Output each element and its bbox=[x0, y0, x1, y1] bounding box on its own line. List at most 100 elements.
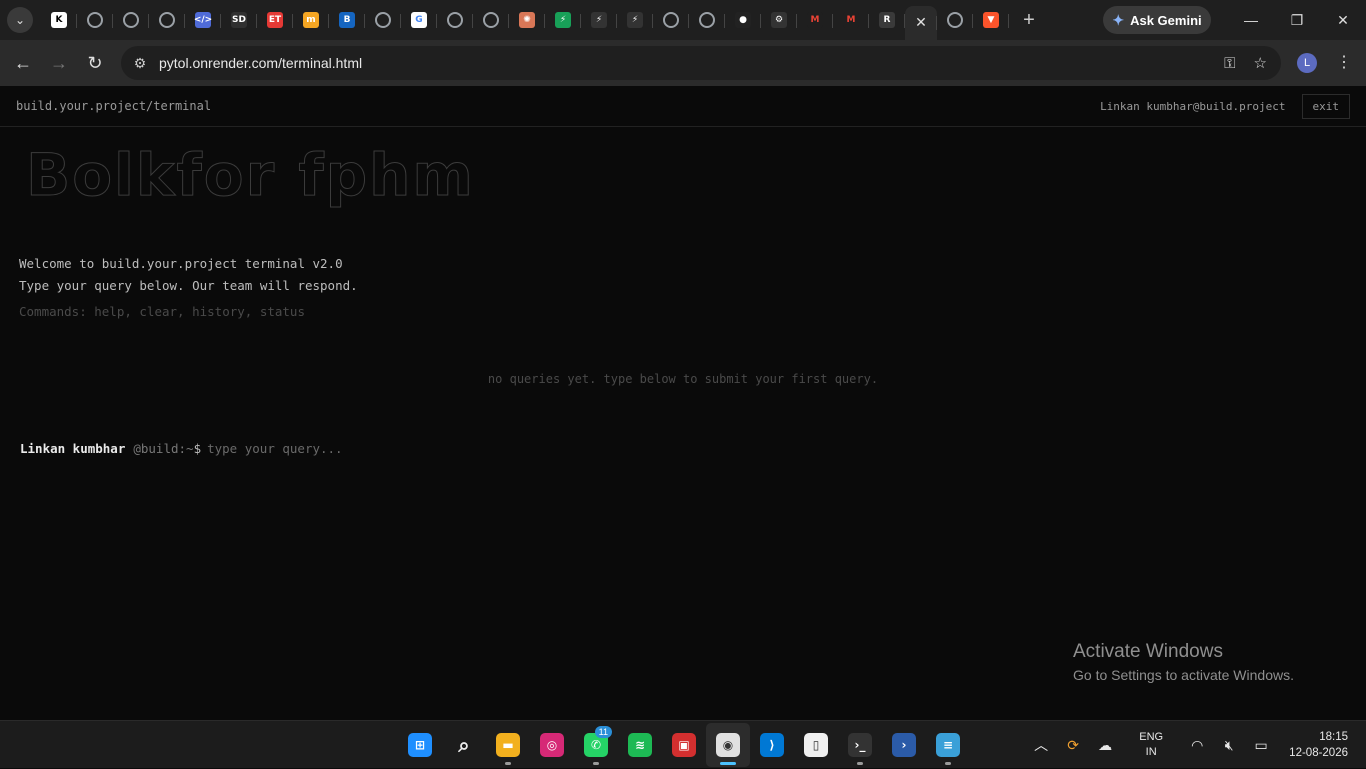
taskbar-instagram[interactable]: ◎ bbox=[530, 723, 574, 767]
welcome-line-2: Type your query below. Our team will res… bbox=[19, 278, 358, 293]
vscode-icon: ⟩ bbox=[760, 733, 784, 757]
taskbar-search-button[interactable]: ⌕ bbox=[442, 723, 486, 767]
battery-icon[interactable]: ▭ bbox=[1245, 737, 1277, 754]
browser-tab[interactable]: ⚡ bbox=[545, 4, 581, 36]
speaker-muted-icon[interactable]: 🔇︎ bbox=[1213, 737, 1245, 754]
forward-button[interactable]: → bbox=[41, 45, 77, 81]
browser-tab[interactable] bbox=[365, 4, 401, 36]
k-icon: K bbox=[51, 12, 67, 28]
key-icon[interactable]: ⚿ bbox=[1224, 55, 1235, 72]
new-tab-button[interactable]: + bbox=[1015, 6, 1043, 34]
search-button-icon: ⌕ bbox=[458, 733, 470, 757]
address-bar[interactable]: ⚙ pytol.onrender.com/terminal.html ⚿ ☆ bbox=[121, 46, 1281, 80]
running-indicator bbox=[945, 762, 951, 765]
clock-date: 12-08-2026 bbox=[1289, 747, 1348, 759]
browser-tab[interactable]: G bbox=[401, 4, 437, 36]
watermark-subtitle: Go to Settings to activate Windows. bbox=[1073, 667, 1294, 683]
browser-tab[interactable]: ✺ bbox=[509, 4, 545, 36]
browser-tab[interactable]: ⚙ bbox=[761, 4, 797, 36]
close-window-button[interactable]: ✕ bbox=[1320, 0, 1366, 40]
query-input[interactable] bbox=[207, 441, 608, 456]
lang-line-2: IN bbox=[1145, 746, 1157, 758]
browser-tab[interactable] bbox=[437, 4, 473, 36]
sd-icon: SD bbox=[231, 12, 247, 28]
bc-icon: B bbox=[339, 12, 355, 28]
taskbar-notes[interactable]: ≡ bbox=[926, 723, 970, 767]
globe-icon bbox=[447, 12, 463, 28]
lang-line-1: ENG bbox=[1139, 731, 1164, 743]
browser-tab[interactable]: ET bbox=[257, 4, 293, 36]
taskbar-app-red[interactable]: ▣ bbox=[662, 723, 706, 767]
tab-search-button[interactable]: ⌄ bbox=[7, 7, 33, 33]
browser-tab[interactable] bbox=[77, 4, 113, 36]
browser-tab[interactable]: B bbox=[329, 4, 365, 36]
taskbar-notepad[interactable]: ▯ bbox=[794, 723, 838, 767]
brave-icon: ▼ bbox=[983, 12, 999, 28]
taskbar-start-button[interactable]: ⊞ bbox=[398, 723, 442, 767]
arrow-left-icon: ← bbox=[14, 52, 32, 73]
tab-list: K </> SD ET m B G ✺ ⚡ ⚡ ⚡ ● ⚙ M M R ✕ ▼ + bbox=[41, 0, 1043, 40]
menu-kebab-icon[interactable]: ⋮ bbox=[1336, 52, 1352, 72]
taskbar-chrome[interactable]: ◉ bbox=[706, 723, 750, 767]
empty-queries-message: no queries yet. type below to submit you… bbox=[487, 372, 879, 386]
wifi-icon[interactable]: ◠ bbox=[1181, 737, 1213, 754]
browser-tab[interactable] bbox=[937, 4, 973, 36]
browser-tab[interactable]: R bbox=[869, 4, 905, 36]
bug-icon: ⚙ bbox=[771, 12, 787, 28]
browser-tab[interactable]: M bbox=[797, 4, 833, 36]
gmail-icon: M bbox=[807, 12, 823, 28]
url-text[interactable]: pytol.onrender.com/terminal.html bbox=[159, 55, 362, 71]
restore-button[interactable]: ❐ bbox=[1274, 0, 1320, 40]
user-label: Linkan kumbhar@build.project bbox=[1100, 99, 1286, 113]
exit-button[interactable]: exit bbox=[1301, 93, 1350, 119]
code-icon: </> bbox=[194, 12, 212, 28]
close-tab-icon[interactable]: ✕ bbox=[913, 15, 929, 31]
ask-gemini-button[interactable]: ✦ Ask Gemini bbox=[1103, 6, 1211, 34]
profile-avatar[interactable]: L bbox=[1297, 53, 1317, 73]
browser-tab[interactable] bbox=[689, 4, 725, 36]
taskbar-terminal[interactable]: ›_ bbox=[838, 723, 882, 767]
prompt-host: @build:~ bbox=[133, 441, 194, 456]
browser-tab[interactable]: ⚡ bbox=[581, 4, 617, 36]
reload-button[interactable]: ↻ bbox=[77, 45, 113, 81]
minimize-button[interactable]: — bbox=[1228, 0, 1274, 40]
browser-tab[interactable]: SD bbox=[221, 4, 257, 36]
browser-tab[interactable]: M bbox=[833, 4, 869, 36]
spotify-icon: ≋ bbox=[628, 733, 652, 757]
browser-tab[interactable]: </> bbox=[185, 4, 221, 36]
minimize-icon: — bbox=[1244, 12, 1258, 28]
back-button[interactable]: ← bbox=[5, 45, 41, 81]
browser-tab[interactable]: ● bbox=[725, 4, 761, 36]
powershell-icon: › bbox=[892, 733, 916, 757]
file-explorer-icon: ▬ bbox=[496, 733, 520, 757]
system-tray: ︿ ⟳ ☁ ENG IN ◠ 🔇︎ ▭ 18:15 12-08-2026 bbox=[1025, 721, 1366, 769]
browser-tab[interactable]: m bbox=[293, 4, 329, 36]
site-settings-icon[interactable]: ⚙ bbox=[125, 55, 155, 72]
star-icon[interactable]: ☆ bbox=[1254, 54, 1267, 72]
app-title: build.your.project/terminal bbox=[16, 99, 212, 113]
cloud-off-icon[interactable]: ☁ bbox=[1089, 737, 1121, 754]
globe-icon bbox=[663, 12, 679, 28]
taskbar-powershell[interactable]: › bbox=[882, 723, 926, 767]
sync-icon[interactable]: ⟳ bbox=[1057, 737, 1089, 754]
clock-time: 18:15 bbox=[1319, 731, 1348, 743]
clock[interactable]: 18:15 12-08-2026 bbox=[1289, 729, 1348, 761]
browser-tab[interactable]: ⚡ bbox=[617, 4, 653, 36]
browser-tab[interactable] bbox=[149, 4, 185, 36]
browser-tab[interactable] bbox=[653, 4, 689, 36]
taskbar-spotify[interactable]: ≋ bbox=[618, 723, 662, 767]
notepad-icon: ▯ bbox=[804, 733, 828, 757]
gmail-icon: M bbox=[843, 12, 859, 28]
browser-tab-active[interactable]: ✕ bbox=[905, 6, 937, 40]
prompt-row: Linkan kumbhar @build:~ $ bbox=[20, 441, 608, 456]
browser-tab[interactable] bbox=[473, 4, 509, 36]
browser-tab[interactable] bbox=[113, 4, 149, 36]
browser-tab[interactable]: ▼ bbox=[973, 4, 1009, 36]
language-indicator[interactable]: ENG IN bbox=[1131, 730, 1171, 760]
chevron-up-icon[interactable]: ︿ bbox=[1025, 735, 1057, 755]
taskbar-whatsapp[interactable]: ✆ 11 bbox=[574, 723, 618, 767]
bolt-icon: ⚡ bbox=[591, 12, 607, 28]
taskbar-vscode[interactable]: ⟩ bbox=[750, 723, 794, 767]
browser-tab[interactable]: K bbox=[41, 4, 77, 36]
taskbar-file-explorer[interactable]: ▬ bbox=[486, 723, 530, 767]
